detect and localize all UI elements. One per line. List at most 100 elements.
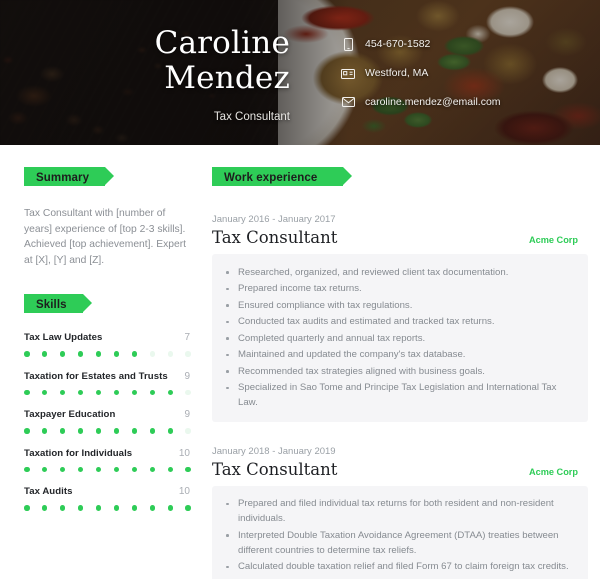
skill-name: Taxation for Estates and Trusts — [24, 370, 168, 382]
job-bullet: Ensured compliance with tax regulations. — [226, 298, 574, 313]
first-name: Caroline — [154, 25, 290, 61]
skill-dot-filled — [59, 389, 66, 396]
skill-dot-filled — [113, 351, 120, 357]
skills-list: Tax Law Updates 7 Taxation for Estates and… — [24, 332, 191, 511]
job-bullet: Recommended tax strategies aligned with … — [226, 364, 574, 379]
skill-value: 9 — [184, 370, 190, 382]
job-entry: January 2016 - January 2017 Tax Consultan… — [212, 214, 588, 422]
skill-dot-filled — [41, 505, 48, 511]
phone-icon — [340, 37, 356, 51]
skill-dot-filled — [131, 466, 138, 473]
skill-dot-filled — [185, 505, 191, 511]
skill-value: 10 — [178, 447, 190, 459]
skill-dot-filled — [59, 505, 66, 511]
skill-header: Taxation for Individuals 10 — [24, 448, 190, 459]
skill-dot-filled — [167, 466, 173, 473]
skill-dot-filled — [95, 466, 102, 473]
header-job-title: Tax Consultant — [213, 111, 290, 123]
job-bullet: Interpreted Double Taxation Avoidance Ag… — [226, 528, 574, 558]
skill-name: Taxation for Individuals — [24, 447, 133, 459]
job-role: Tax Consultant — [212, 228, 338, 247]
job-bullet: Completed quarterly and annual tax repor… — [226, 331, 574, 346]
section-tag-skills-label: Skills — [36, 299, 67, 312]
skill-dot-filled — [131, 428, 138, 434]
skill-dot-filled — [77, 428, 84, 434]
job-bullet: Conducted tax audits and estimated and t… — [226, 314, 574, 329]
skill-dot-filled — [41, 351, 48, 357]
skill-dot-filled — [77, 466, 84, 473]
skill-dot-filled — [167, 389, 173, 396]
contact-location-value: Westford, MA — [365, 67, 429, 79]
contact-location[interactable]: Westford, MA — [340, 63, 501, 83]
contact-phone[interactable]: 454-670-1582 — [340, 34, 501, 54]
skill-rating-dots — [24, 351, 191, 357]
skill-value: 9 — [184, 409, 190, 421]
contact-phone-value: 454-670-1582 — [365, 38, 431, 50]
skill-dot-empty — [149, 351, 156, 357]
job-entry: January 2018 - January 2019 Tax Consultan… — [212, 446, 588, 579]
skill-item: Taxation for Estates and Trusts 9 — [24, 371, 191, 396]
skill-dot-filled — [24, 466, 30, 473]
skill-dot-filled — [113, 389, 120, 396]
skill-dot-empty — [185, 351, 191, 357]
skill-item: Taxation for Individuals 10 — [24, 448, 191, 473]
section-tag-summary-label: Summary — [36, 172, 90, 184]
skill-header: Taxpayer Education 9 — [24, 409, 190, 420]
skill-dot-filled — [24, 389, 30, 396]
skill-dot-filled — [185, 466, 191, 473]
skill-dot-filled — [131, 351, 138, 357]
skill-dot-filled — [113, 505, 120, 511]
skill-value: 7 — [184, 332, 190, 344]
skill-dot-filled — [59, 428, 66, 434]
skill-dot-filled — [77, 351, 84, 357]
skill-dot-filled — [149, 428, 156, 434]
skill-item: Taxpayer Education 9 — [24, 409, 191, 434]
skill-rating-dots — [24, 389, 191, 396]
summary-text: Tax Consultant with [number of years] ex… — [24, 208, 186, 266]
skill-dot-filled — [59, 466, 66, 473]
skill-header: Tax Law Updates 7 — [24, 332, 190, 343]
skill-name: Taxpayer Education — [24, 409, 116, 421]
skill-dot-filled — [95, 351, 102, 357]
skill-dot-empty — [167, 351, 173, 357]
job-dates: January 2018 - January 2019 — [212, 445, 336, 457]
skill-dot-filled — [167, 428, 173, 434]
job-bullet: Researched, organized, and reviewed clie… — [226, 265, 574, 280]
skill-header: Taxation for Estates and Trusts 9 — [24, 371, 190, 382]
location-icon — [340, 66, 356, 80]
skill-item: Tax Law Updates 7 — [24, 332, 191, 357]
skill-name: Tax Audits — [24, 486, 73, 498]
right-column: Work experience January 2016 - January 2… — [212, 145, 600, 579]
work-experience-list: January 2016 - January 2017 Tax Consultan… — [212, 214, 588, 579]
skill-header: Tax Audits 10 — [24, 486, 190, 497]
skills-section: Skills Tax Law Updates 7 Taxation for Esta… — [24, 294, 191, 511]
job-bullet-list: Researched, organized, and reviewed clie… — [212, 254, 588, 422]
contact-email[interactable]: caroline.mendez@email.com — [340, 92, 501, 112]
skill-dot-filled — [131, 505, 138, 511]
skill-dot-filled — [131, 389, 138, 396]
skill-dot-filled — [167, 505, 173, 511]
job-bullet: Calculated double taxation relief and fi… — [226, 559, 574, 574]
job-bullet: Prepared and filed individual tax return… — [226, 496, 574, 526]
section-tag-skills: Skills — [24, 294, 92, 314]
job-company: Acme Corp — [528, 466, 578, 477]
job-bullet: Maintained and updated the company's tax… — [226, 347, 574, 362]
skill-dot-filled — [24, 505, 30, 511]
skill-item: Tax Audits 10 — [24, 486, 191, 511]
skill-dot-filled — [113, 428, 120, 434]
skill-dot-filled — [95, 389, 102, 396]
skill-dot-filled — [113, 466, 120, 473]
job-bullet: Conducted detailed capital gain calculat… — [238, 576, 574, 579]
skill-dot-filled — [149, 466, 156, 473]
skill-dot-empty — [185, 428, 191, 434]
job-bullet-list: Prepared and filed individual tax return… — [212, 485, 588, 579]
skill-dot-filled — [59, 351, 66, 357]
name-block: Caroline Mendez Tax Consultant — [0, 25, 290, 124]
skill-name: Tax Law Updates — [24, 332, 103, 344]
section-tag-summary: Summary — [24, 167, 115, 186]
resume-page: Caroline Mendez Tax Consultant 454-670-1… — [0, 0, 600, 579]
skill-dot-filled — [41, 428, 48, 434]
skill-rating-dots — [24, 505, 191, 511]
skill-dot-filled — [41, 466, 48, 473]
skill-dot-filled — [77, 389, 84, 396]
